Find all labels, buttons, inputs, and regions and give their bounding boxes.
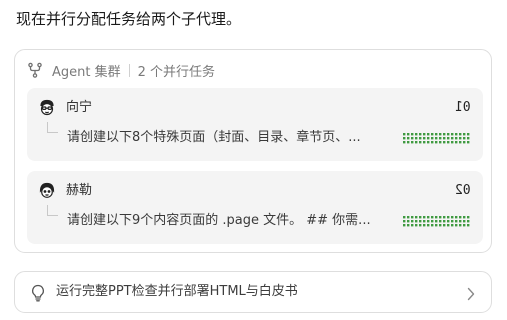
agent-name: 向宁 — [66, 100, 93, 115]
progress-indicator — [403, 216, 471, 228]
agent-row[interactable]: 向宁 01 请创建以下8个特殊页面（封面、目录、章节页、... — [27, 88, 483, 161]
swarm-header: Agent 集群 2 个并行任务 — [27, 61, 216, 80]
agent-swarm-card: Agent 集群 2 个并行任务 向宁 01 请创建以下8个特殊页面（封面、目录… — [14, 49, 492, 253]
branch-connector — [47, 205, 58, 216]
progress-indicator — [403, 133, 471, 145]
agent-name: 赫勒 — [66, 183, 93, 198]
agent-task: 请创建以下8个特殊页面（封面、目录、章节页、... — [67, 130, 361, 145]
task-count: 2 个并行任务 — [137, 64, 216, 80]
lightbulb-icon — [30, 284, 46, 302]
git-fork-icon — [27, 62, 43, 78]
agent-number: 02 — [455, 183, 471, 198]
agent-task: 请创建以下9个内容页面的 .page 文件。 ## 你需... — [67, 213, 371, 228]
suggested-action-button[interactable]: 运行完整PPT检查并行部署HTML与白皮书 — [14, 271, 492, 313]
intro-message: 现在并行分配任务给两个子代理。 — [16, 10, 242, 28]
header-divider — [128, 63, 130, 77]
swarm-title: Agent 集群 — [52, 64, 121, 80]
suggested-action-label: 运行完整PPT检查并行部署HTML与白皮书 — [56, 284, 298, 299]
agent-avatar-icon — [37, 181, 57, 201]
branch-connector — [47, 122, 58, 133]
chevron-right-icon — [467, 286, 475, 301]
agent-number: 01 — [455, 100, 471, 115]
agent-avatar-icon — [37, 98, 57, 118]
agent-row[interactable]: 赫勒 02 请创建以下9个内容页面的 .page 文件。 ## 你需... — [27, 171, 483, 244]
